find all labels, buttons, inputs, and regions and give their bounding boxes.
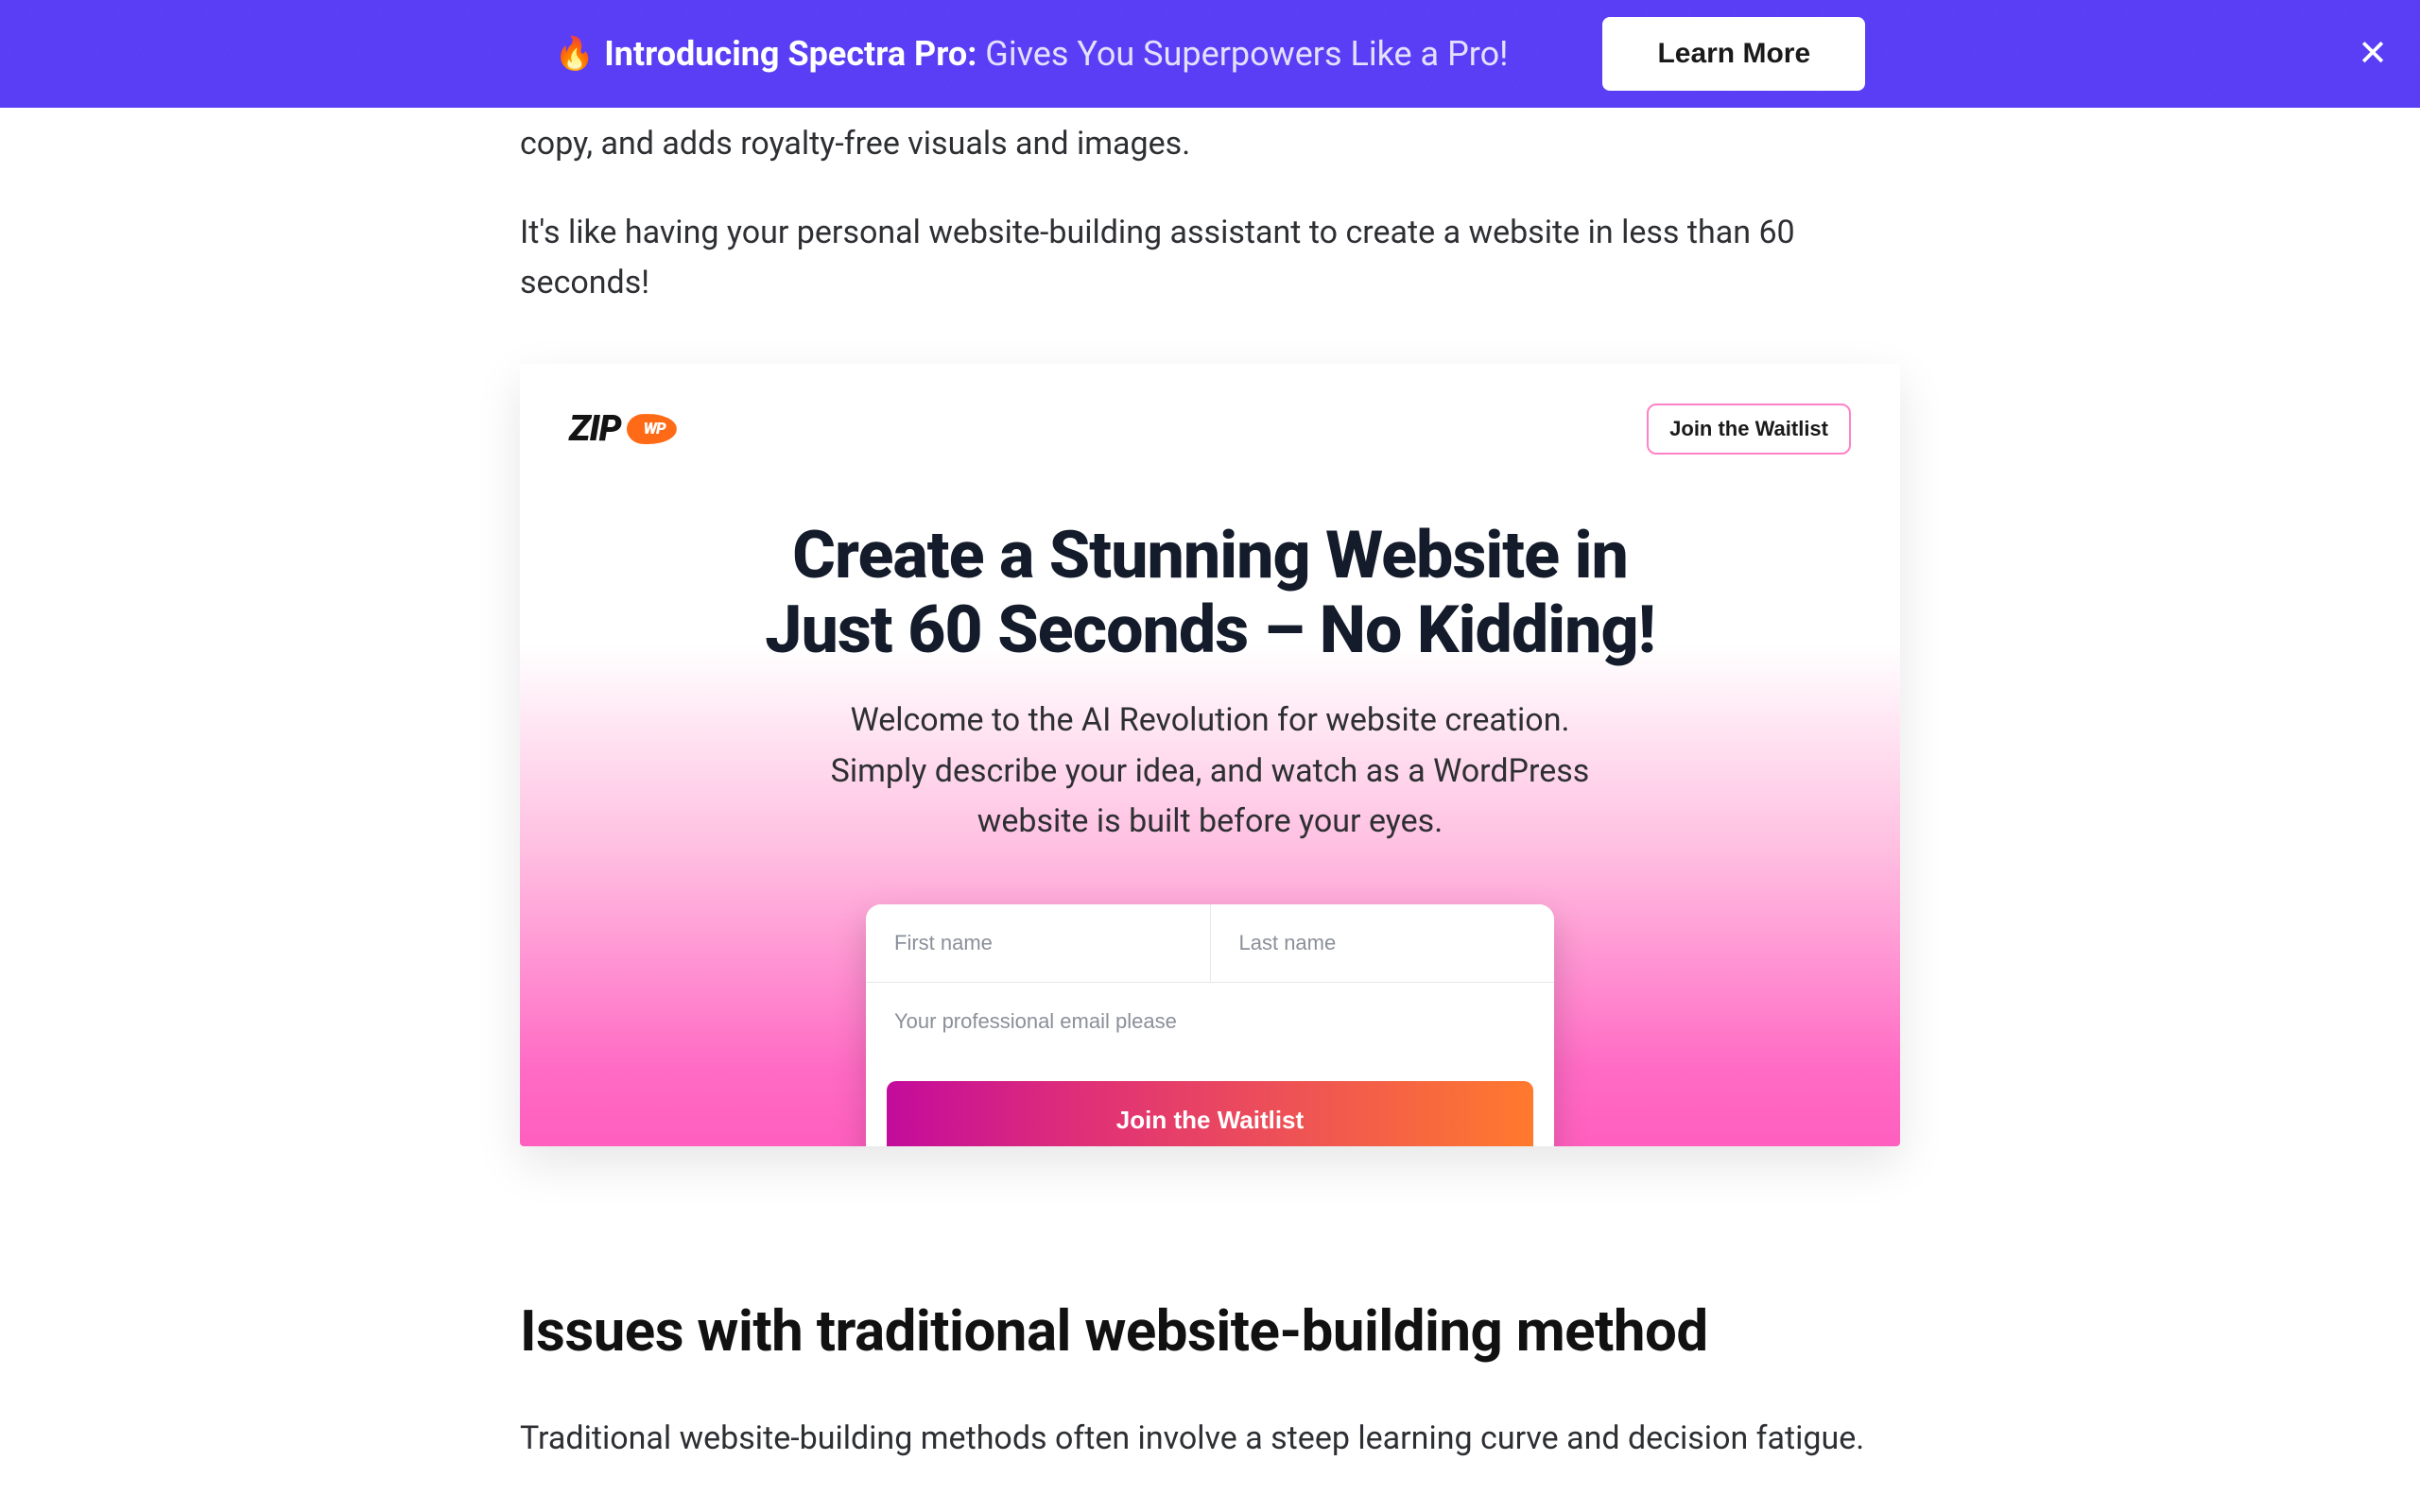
join-waitlist-button-top[interactable]: Join the Waitlist bbox=[1647, 404, 1851, 455]
promo-header: ZIP WP Join the Waitlist bbox=[520, 364, 1900, 455]
waitlist-form: Join the Waitlist bbox=[866, 904, 1554, 1146]
logo-badge-icon: WP bbox=[627, 414, 677, 444]
announcement-subtitle: Gives You Superpowers Like a Pro! bbox=[977, 34, 1508, 74]
last-name-input[interactable] bbox=[1211, 904, 1555, 982]
announcement-title: Introducing Spectra Pro: bbox=[604, 34, 977, 74]
paragraph: copy, and adds royalty-free visuals and … bbox=[520, 119, 1900, 170]
join-waitlist-submit-button[interactable]: Join the Waitlist bbox=[887, 1081, 1533, 1146]
close-icon[interactable]: ✕ bbox=[2358, 36, 2388, 72]
article-body: copy, and adds royalty-free visuals and … bbox=[520, 108, 1900, 1465]
zipwp-logo: ZIP WP bbox=[569, 408, 677, 450]
logo-text: ZIP bbox=[569, 408, 621, 450]
promo-subtitle: Welcome to the AI Revolution for website… bbox=[822, 696, 1598, 848]
paragraph: It's like having your personal website-b… bbox=[520, 208, 1900, 309]
fire-icon: 🔥 bbox=[555, 35, 595, 73]
paragraph: Traditional website-building methods oft… bbox=[520, 1414, 1900, 1465]
announcement-text: 🔥 Introducing Spectra Pro: Gives You Sup… bbox=[555, 34, 1509, 74]
name-row bbox=[866, 904, 1554, 982]
zipwp-promo-card: ZIP WP Join the Waitlist Create a Stunni… bbox=[520, 364, 1900, 1146]
submit-wrap: Join the Waitlist bbox=[866, 1060, 1554, 1146]
announcement-banner: 🔥 Introducing Spectra Pro: Gives You Sup… bbox=[0, 0, 2420, 108]
announcement-copy: Introducing Spectra Pro: Gives You Super… bbox=[604, 34, 1508, 74]
first-name-input[interactable] bbox=[866, 904, 1211, 982]
email-row bbox=[866, 982, 1554, 1060]
promo-headline-line2: Just 60 Seconds – No Kidding! bbox=[765, 592, 1655, 669]
section-heading: Issues with traditional website-building… bbox=[520, 1297, 1900, 1365]
promo-headline-line1: Create a Stunning Website in bbox=[792, 517, 1628, 594]
promo-headline: Create a Stunning Website in Just 60 Sec… bbox=[520, 519, 1900, 667]
email-input[interactable] bbox=[866, 982, 1554, 1060]
learn-more-button[interactable]: Learn More bbox=[1602, 17, 1865, 91]
